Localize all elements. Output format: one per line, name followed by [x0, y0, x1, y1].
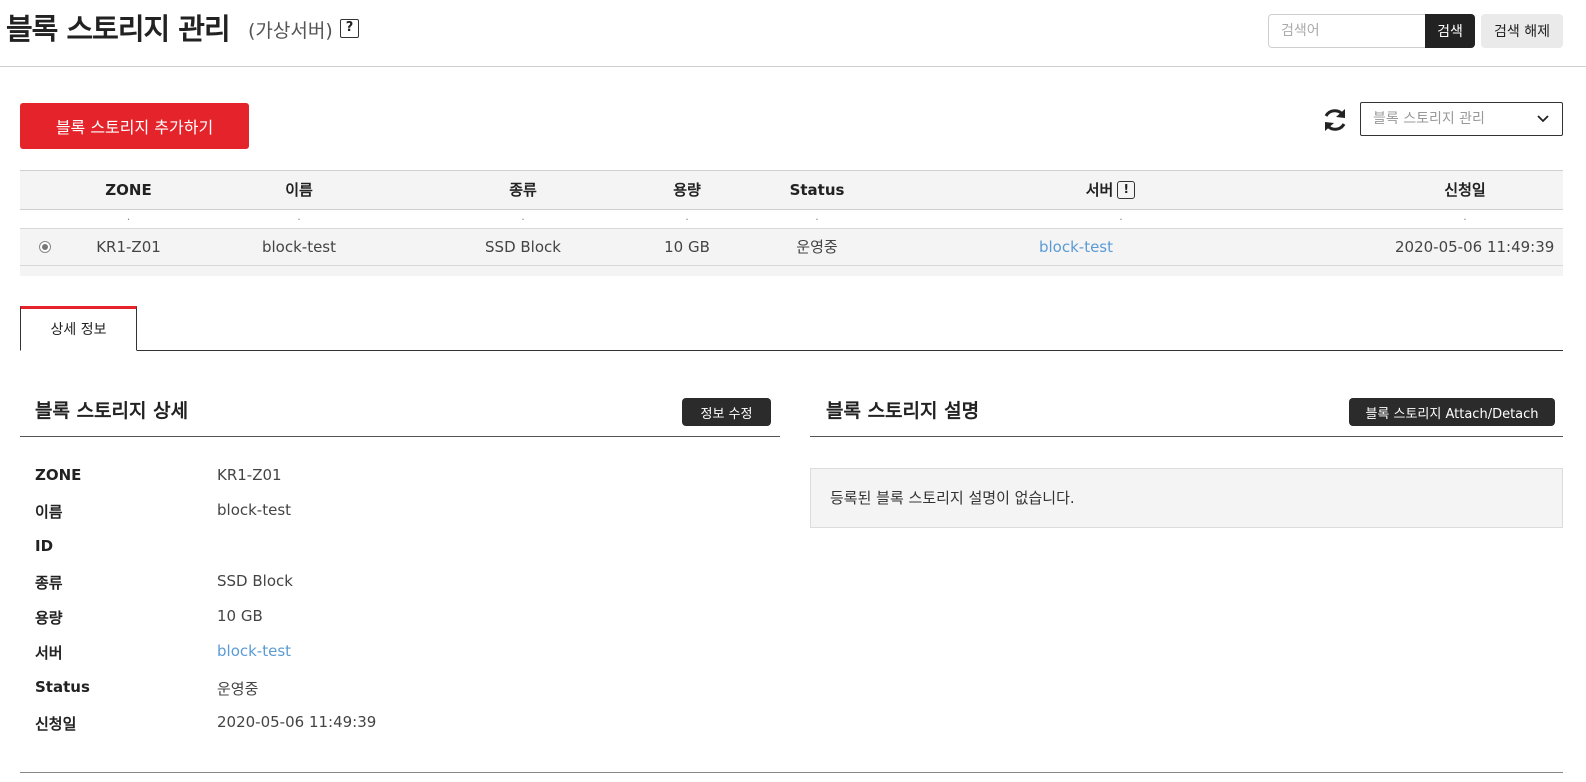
cell-server-link[interactable]: block-test: [1025, 229, 1127, 265]
detail-row-size: 용량 10 GB: [35, 607, 735, 642]
detail-server-link[interactable]: block-test: [217, 642, 291, 660]
table-header: ZONE 이름 종류 용량 Status 서버! 신청일: [20, 170, 1563, 210]
column-type[interactable]: 종류: [482, 171, 564, 209]
add-block-storage-button[interactable]: 블록 스토리지 추가하기: [20, 103, 249, 149]
filter-status[interactable]: .: [776, 210, 858, 228]
attach-detach-button[interactable]: 블록 스토리지 Attach/Detach: [1349, 398, 1555, 426]
detail-list: ZONE KR1-Z01 이름 block-test ID 종류 SSD Blo…: [35, 466, 735, 748]
detail-value: SSD Block: [217, 571, 293, 590]
bottom-divider: [20, 772, 1563, 773]
detail-divider: [20, 436, 780, 437]
detail-row-status: Status 운영중: [35, 678, 735, 713]
help-icon[interactable]: ?: [340, 19, 359, 38]
cell-zone: KR1-Z01: [96, 238, 161, 256]
search-reset-button[interactable]: 검색 해제: [1481, 14, 1563, 48]
detail-row-server: 서버 block-test: [35, 642, 735, 677]
detail-value: 운영중: [217, 679, 259, 698]
tab-detail-info[interactable]: 상세 정보: [20, 306, 137, 351]
view-select[interactable]: 블록 스토리지 관리: [1360, 102, 1563, 136]
column-server-label: 서버: [1085, 181, 1114, 199]
description-box: 등록된 블록 스토리지 설명이 없습니다.: [810, 468, 1563, 528]
search-input[interactable]: [1268, 14, 1425, 48]
refresh-icon[interactable]: [1321, 106, 1349, 134]
detail-value: 2020-05-06 11:49:39: [217, 713, 377, 732]
detail-row-zone: ZONE KR1-Z01: [35, 466, 735, 501]
search-button[interactable]: 검색: [1425, 14, 1475, 48]
filter-name[interactable]: .: [258, 210, 340, 228]
warning-icon[interactable]: !: [1117, 181, 1136, 199]
detail-label: ID: [35, 536, 54, 555]
detail-label: 서버: [35, 644, 63, 663]
column-name[interactable]: 이름: [258, 171, 340, 209]
detail-label: 용량: [35, 609, 63, 628]
detail-value: KR1-Z01: [217, 466, 282, 484]
detail-tabs: 상세 정보: [20, 306, 1563, 351]
table-row[interactable]: KR1-Z01 block-test SSD Block 10 GB 운영중 b…: [20, 228, 1563, 266]
column-date[interactable]: 신청일: [1420, 171, 1510, 209]
detail-label: 종류: [35, 573, 63, 592]
view-select-value: 블록 스토리지 관리: [1373, 111, 1485, 127]
detail-value: block-test: [217, 501, 292, 520]
detail-value: 10 GB: [217, 607, 263, 626]
page-subtitle: (가상서버): [248, 20, 333, 42]
row-select-radio[interactable]: [39, 241, 51, 253]
description-section-title: 블록 스토리지 설명: [826, 400, 980, 422]
detail-section-title: 블록 스토리지 상세: [35, 400, 189, 422]
edit-info-button[interactable]: 정보 수정: [682, 398, 771, 426]
detail-row-date: 신청일 2020-05-06 11:49:39: [35, 713, 735, 748]
block-storage-table: ZONE 이름 종류 용량 Status 서버! 신청일 . . . . . .…: [20, 170, 1563, 276]
detail-row-name: 이름 block-test: [35, 501, 735, 536]
filter-zone[interactable]: .: [90, 210, 167, 228]
chevron-down-icon: [1537, 115, 1549, 123]
detail-row-id: ID: [35, 537, 735, 572]
cell-size: 10 GB: [664, 238, 710, 256]
cell-date: 2020-05-06 11:49:39: [1395, 238, 1555, 256]
detail-label: Status: [35, 677, 90, 696]
filter-date[interactable]: .: [1420, 210, 1510, 228]
detail-label: ZONE: [35, 466, 82, 484]
description-divider: [810, 436, 1563, 437]
cell-status: 운영중: [796, 238, 838, 256]
cell-name: block-test: [261, 238, 337, 256]
page-title: 블록 스토리지 관리: [6, 12, 231, 46]
table-footer: [20, 266, 1563, 276]
column-status[interactable]: Status: [776, 171, 858, 209]
detail-row-type: 종류 SSD Block: [35, 572, 735, 607]
filter-size[interactable]: .: [646, 210, 728, 228]
detail-label: 이름: [35, 503, 63, 522]
table-filter-row: . . . . . . .: [20, 210, 1563, 228]
page-header: 블록 스토리지 관리 (가상서버) ? 검색 검색 해제: [0, 0, 1586, 67]
column-server[interactable]: 서버!: [1058, 171, 1163, 209]
filter-server[interactable]: .: [1080, 210, 1162, 228]
column-zone[interactable]: ZONE: [90, 171, 167, 209]
filter-type[interactable]: .: [482, 210, 564, 228]
cell-type: SSD Block: [485, 238, 561, 256]
detail-label: 신청일: [35, 715, 77, 734]
column-size[interactable]: 용량: [646, 171, 728, 209]
